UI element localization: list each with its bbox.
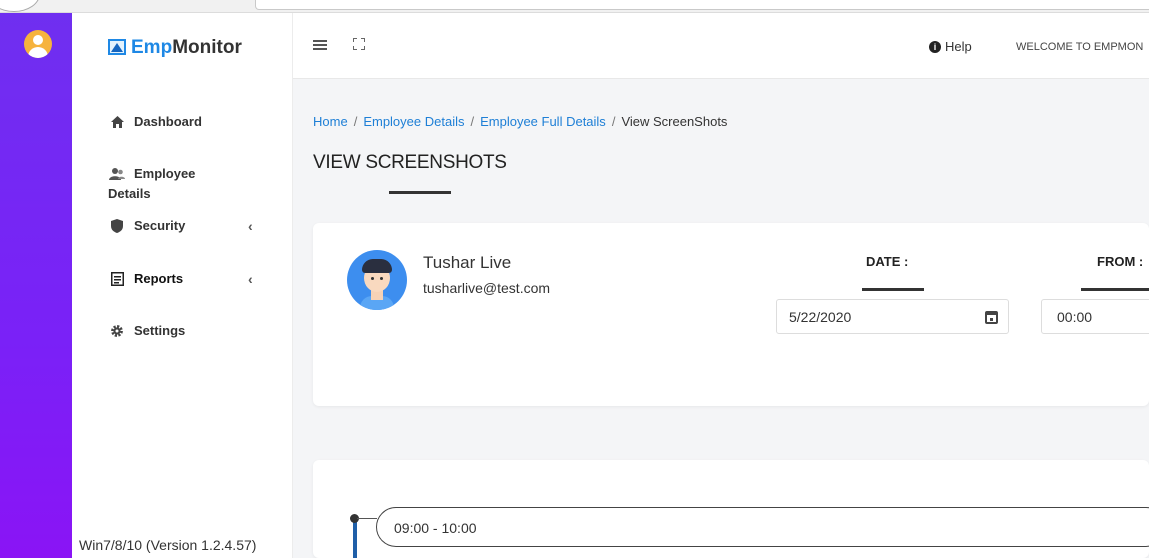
from-label: FROM : xyxy=(1097,254,1144,269)
help-button[interactable]: i Help xyxy=(929,39,972,54)
breadcrumb-separator: / xyxy=(611,114,616,129)
sidebar-item-label: Reports xyxy=(134,271,184,286)
date-label-underline xyxy=(862,288,924,291)
sidebar-item-reports[interactable]: Reports ‹ xyxy=(108,271,258,287)
logo-icon xyxy=(108,39,128,57)
sidebar-item-label-line2: Details xyxy=(108,186,151,201)
sidebar-item-settings[interactable]: Settings xyxy=(108,323,185,339)
chevron-left-icon: ‹ xyxy=(248,271,253,287)
from-time-value: 00:00 xyxy=(1057,309,1093,325)
breadcrumb-employee-full-details[interactable]: Employee Full Details xyxy=(480,114,606,129)
breadcrumb-current: View ScreenShots xyxy=(621,114,728,129)
breadcrumb-employee-details[interactable]: Employee Details xyxy=(363,114,464,129)
sidebar-item-label: Settings xyxy=(134,323,186,338)
date-label: DATE : xyxy=(866,254,909,269)
breadcrumb: Home / Employee Details / Employee Full Deta… xyxy=(313,114,727,129)
menu-icon[interactable] xyxy=(313,40,327,50)
sidebar-item-dashboard[interactable]: Dashboard xyxy=(108,114,202,130)
report-icon xyxy=(108,271,126,287)
timeline-slot-label: 09:00 - 10:00 xyxy=(394,520,477,536)
browser-address-bar[interactable] xyxy=(255,0,1149,10)
employee-email: tusharlive@test.com xyxy=(423,280,551,296)
timeline-line xyxy=(353,518,357,558)
from-label-underline xyxy=(1081,288,1149,291)
logo-text: EmpMonitor xyxy=(131,37,242,58)
breadcrumb-separator: / xyxy=(470,114,475,129)
sidebar-item-label: Employee xyxy=(134,166,196,181)
app-version: Win7/8/10 (Version 1.2.4.57) xyxy=(79,537,257,553)
breadcrumb-home[interactable]: Home xyxy=(313,114,348,129)
title-underline xyxy=(389,191,451,194)
sidebar-item-label: Dashboard xyxy=(134,114,202,129)
fullscreen-icon[interactable] xyxy=(353,38,365,50)
welcome-text: WELCOME TO EMPMON xyxy=(1016,41,1144,53)
timeline-connector xyxy=(357,518,377,519)
sidebar-item-security[interactable]: Security ‹ xyxy=(108,218,258,234)
employee-avatar xyxy=(347,250,407,310)
from-time-input[interactable]: 00:00 xyxy=(1041,299,1149,334)
browser-back-button[interactable] xyxy=(0,0,40,12)
page-title: VIEW SCREENSHOTS xyxy=(313,152,507,173)
gear-icon xyxy=(108,323,126,339)
sidebar: EmpMonitor Dashboard Employee Details Se… xyxy=(72,13,293,558)
sidebar-item-label: Security xyxy=(134,218,186,233)
user-group-icon xyxy=(108,166,126,182)
avatar-body xyxy=(28,47,48,58)
app-logo[interactable]: EmpMonitor xyxy=(108,33,242,63)
left-rail xyxy=(0,13,72,558)
top-header: i Help WELCOME TO EMPMON xyxy=(293,13,1149,79)
date-input[interactable]: 5/22/2020 xyxy=(776,299,1009,334)
employee-filter-card xyxy=(313,223,1149,406)
help-label: Help xyxy=(945,39,972,54)
sidebar-item-employee-details[interactable]: Employee Details xyxy=(108,166,195,201)
date-value: 5/22/2020 xyxy=(789,309,852,325)
user-avatar[interactable] xyxy=(24,30,52,58)
calendar-icon[interactable] xyxy=(985,311,998,324)
info-icon: i xyxy=(929,40,941,53)
chevron-left-icon: ‹ xyxy=(248,218,253,234)
breadcrumb-separator: / xyxy=(353,114,358,129)
employee-name: Tushar Live xyxy=(423,253,512,272)
browser-top-strip xyxy=(0,0,1149,13)
avatar-head xyxy=(33,35,43,45)
timeline-slot[interactable]: 09:00 - 10:00 xyxy=(376,507,1149,547)
home-icon xyxy=(108,114,126,130)
shield-icon xyxy=(108,218,126,234)
